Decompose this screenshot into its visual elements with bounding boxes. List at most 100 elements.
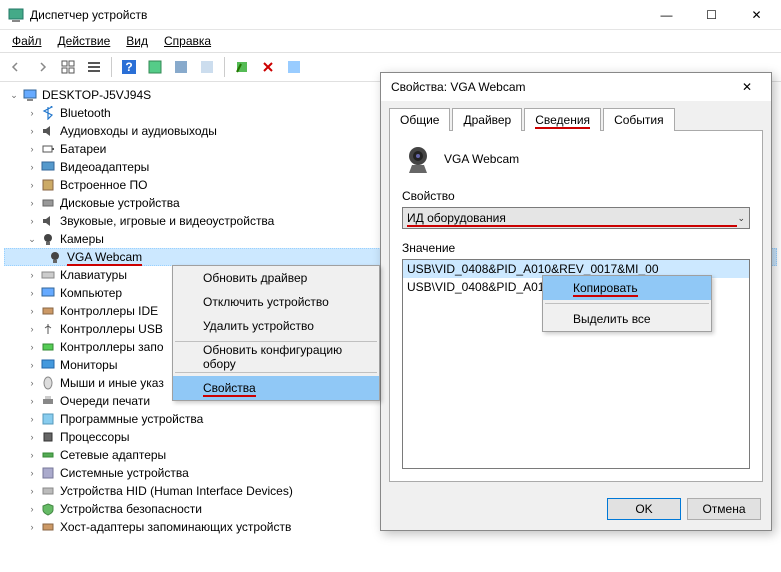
chevron-down-icon: ⌄ bbox=[737, 213, 745, 224]
expand-icon[interactable]: › bbox=[26, 467, 38, 479]
refresh-icon[interactable] bbox=[282, 55, 306, 79]
device-context-menu: Обновить драйвер Отключить устройство Уд… bbox=[172, 265, 380, 401]
property-combobox[interactable]: ИД оборудования ⌄ bbox=[402, 207, 750, 229]
mouse-icon bbox=[40, 375, 56, 391]
delete-icon[interactable] bbox=[256, 55, 280, 79]
expand-icon[interactable]: › bbox=[26, 143, 38, 155]
dialog-title: Свойства: VGA Webcam bbox=[391, 80, 727, 94]
context-uninstall-device[interactable]: Удалить устройство bbox=[173, 314, 379, 338]
cancel-button[interactable]: Отмена bbox=[687, 498, 761, 520]
device-name: VGA Webcam bbox=[444, 152, 519, 166]
dialog-titlebar[interactable]: Свойства: VGA Webcam ✕ bbox=[381, 73, 771, 101]
camera-icon bbox=[47, 249, 63, 265]
expand-icon[interactable]: › bbox=[26, 449, 38, 461]
storage-icon bbox=[40, 339, 56, 355]
menu-view[interactable]: Вид bbox=[118, 32, 156, 50]
computer-icon bbox=[40, 285, 56, 301]
expand-icon[interactable]: › bbox=[26, 179, 38, 191]
expand-icon[interactable]: › bbox=[26, 287, 38, 299]
toolbar-grid-icon[interactable] bbox=[56, 55, 80, 79]
collapse-icon[interactable]: ⌄ bbox=[8, 89, 20, 101]
dialog-tabs: Общие Драйвер Сведения События bbox=[381, 101, 771, 130]
minimize-button[interactable]: — bbox=[644, 1, 689, 29]
host-adapter-icon bbox=[40, 519, 56, 535]
context-update-driver[interactable]: Обновить драйвер bbox=[173, 266, 379, 290]
expand-icon[interactable]: › bbox=[26, 395, 38, 407]
expand-icon[interactable]: › bbox=[26, 359, 38, 371]
toolbar-icon-4[interactable] bbox=[195, 55, 219, 79]
expand-icon[interactable]: › bbox=[26, 341, 38, 353]
expand-icon[interactable]: › bbox=[26, 413, 38, 425]
expand-icon[interactable]: › bbox=[26, 305, 38, 317]
display-icon bbox=[40, 159, 56, 175]
firmware-icon bbox=[40, 177, 56, 193]
tab-general[interactable]: Общие bbox=[389, 108, 450, 131]
system-icon bbox=[40, 465, 56, 481]
context-properties[interactable]: Свойства bbox=[173, 376, 379, 400]
context-separator bbox=[545, 303, 709, 304]
computer-icon bbox=[22, 87, 38, 103]
context-separator bbox=[175, 372, 377, 373]
app-icon bbox=[8, 7, 24, 23]
toolbar-list-icon[interactable] bbox=[82, 55, 106, 79]
context-copy[interactable]: Копировать bbox=[543, 276, 711, 300]
expand-icon[interactable]: › bbox=[26, 125, 38, 137]
titlebar: Диспетчер устройств — ☐ ✕ bbox=[0, 0, 781, 30]
dialog-close-button[interactable]: ✕ bbox=[727, 75, 767, 99]
ide-icon bbox=[40, 303, 56, 319]
network-icon bbox=[40, 447, 56, 463]
menu-help[interactable]: Справка bbox=[156, 32, 219, 50]
back-button[interactable] bbox=[4, 55, 28, 79]
listbox-context-menu: Копировать Выделить все bbox=[542, 275, 712, 332]
ok-button[interactable]: OK bbox=[607, 498, 681, 520]
menu-action[interactable]: Действие bbox=[50, 32, 119, 50]
expand-icon[interactable]: › bbox=[26, 197, 38, 209]
scan-icon[interactable] bbox=[143, 55, 167, 79]
cpu-icon bbox=[40, 429, 56, 445]
expand-icon[interactable]: › bbox=[26, 431, 38, 443]
context-scan-hardware[interactable]: Обновить конфигурацию обору bbox=[173, 345, 379, 369]
camera-icon bbox=[40, 231, 56, 247]
expand-icon[interactable]: › bbox=[26, 215, 38, 227]
printer-icon bbox=[40, 393, 56, 409]
bluetooth-icon bbox=[40, 105, 56, 121]
software-icon bbox=[40, 411, 56, 427]
expand-icon[interactable]: › bbox=[26, 503, 38, 515]
value-label: Значение bbox=[402, 241, 750, 255]
tab-driver[interactable]: Драйвер bbox=[452, 108, 522, 131]
toolbar-separator bbox=[224, 57, 225, 77]
property-label: Свойство bbox=[402, 189, 750, 203]
audio-icon bbox=[40, 123, 56, 139]
enable-icon[interactable] bbox=[230, 55, 254, 79]
disk-icon bbox=[40, 195, 56, 211]
maximize-button[interactable]: ☐ bbox=[689, 1, 734, 29]
help-icon[interactable]: ? bbox=[117, 55, 141, 79]
usb-icon bbox=[40, 321, 56, 337]
context-select-all[interactable]: Выделить все bbox=[543, 307, 711, 331]
expand-icon[interactable]: › bbox=[26, 377, 38, 389]
toolbar-icon-3[interactable] bbox=[169, 55, 193, 79]
security-icon bbox=[40, 501, 56, 517]
expand-icon[interactable]: › bbox=[26, 269, 38, 281]
toolbar-separator bbox=[111, 57, 112, 77]
context-disable-device[interactable]: Отключить устройство bbox=[173, 290, 379, 314]
monitor-icon bbox=[40, 357, 56, 373]
window-title: Диспетчер устройств bbox=[30, 8, 644, 22]
close-button[interactable]: ✕ bbox=[734, 1, 779, 29]
context-separator bbox=[175, 341, 377, 342]
expand-icon[interactable]: › bbox=[26, 485, 38, 497]
webcam-icon bbox=[402, 143, 434, 175]
collapse-icon[interactable]: ⌄ bbox=[26, 233, 38, 245]
svg-text:?: ? bbox=[125, 60, 132, 74]
expand-icon[interactable]: › bbox=[26, 323, 38, 335]
expand-icon[interactable]: › bbox=[26, 161, 38, 173]
expand-icon[interactable]: › bbox=[26, 107, 38, 119]
tab-events[interactable]: События bbox=[603, 108, 675, 131]
battery-icon bbox=[40, 141, 56, 157]
hid-icon bbox=[40, 483, 56, 499]
tab-details[interactable]: Сведения bbox=[524, 108, 601, 131]
expand-icon[interactable]: › bbox=[26, 521, 38, 533]
forward-button[interactable] bbox=[30, 55, 54, 79]
sound-icon bbox=[40, 213, 56, 229]
menu-file[interactable]: Файл bbox=[4, 32, 50, 50]
